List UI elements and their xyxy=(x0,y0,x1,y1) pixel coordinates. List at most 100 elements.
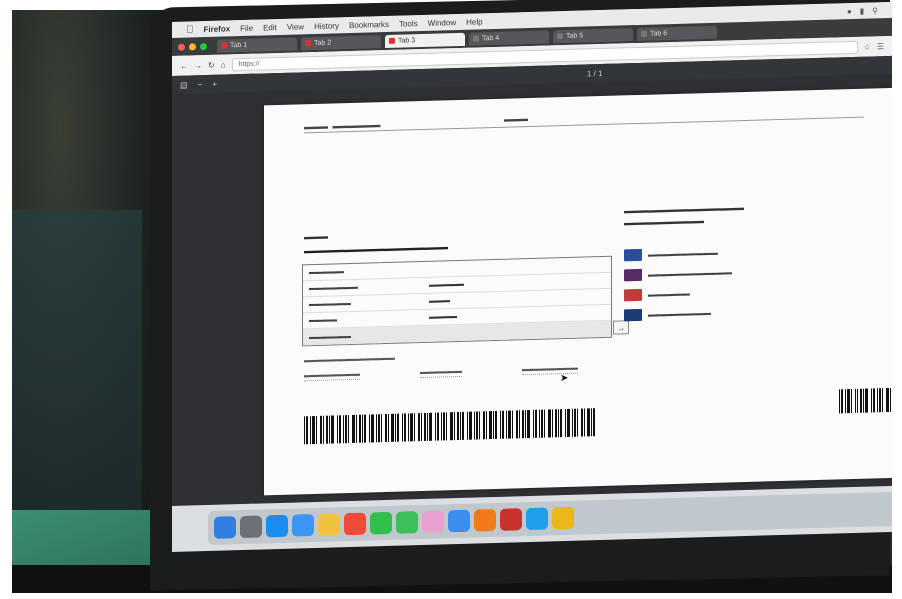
barcode-bar xyxy=(450,412,453,441)
barcode-bar xyxy=(552,409,553,438)
menu-tools[interactable]: Tools xyxy=(399,19,418,29)
browser-tab-active[interactable]: Tab 3 xyxy=(385,32,465,48)
barcode-bar xyxy=(506,410,507,439)
barcode-bar xyxy=(467,411,468,440)
barcode-bar xyxy=(356,414,357,443)
barcode-bar xyxy=(854,388,857,413)
reload-icon[interactable]: ↻ xyxy=(208,60,215,69)
barcode-bar xyxy=(558,409,559,438)
back-icon[interactable]: ← xyxy=(180,61,188,70)
barcode-bar xyxy=(371,414,374,443)
document-page: ▬▬▬ ▬▬▬▬▬▬ ▬▬▬ ▬▬▬ ▬▬▬▬▬▬▬▬▬▬▬▬▬▬▬▬▬▬ ▬▬… xyxy=(264,87,892,496)
battery-icon[interactable]: ▮ xyxy=(860,6,864,15)
menu-window[interactable]: Window xyxy=(428,18,456,28)
barcode-bar xyxy=(885,387,889,413)
launchpad-icon[interactable] xyxy=(240,515,262,539)
menu-help[interactable]: Help xyxy=(466,17,482,26)
browser-tab[interactable]: Tab 6 xyxy=(637,25,717,41)
browser-tab[interactable]: Tab 4 xyxy=(469,29,549,46)
barcode-bar xyxy=(397,413,399,442)
barcode-bar xyxy=(479,411,480,440)
maximize-window-icon[interactable] xyxy=(200,42,207,50)
photos-icon[interactable] xyxy=(422,510,444,534)
menu-view[interactable]: View xyxy=(287,22,304,31)
barcode-bar xyxy=(493,411,494,440)
barcode-bar xyxy=(840,389,843,414)
barcode-bar xyxy=(337,415,338,444)
barcode-bar xyxy=(316,415,317,444)
barcode-bar xyxy=(378,414,380,443)
messages-icon[interactable] xyxy=(370,511,392,535)
barcode-bar xyxy=(863,388,865,413)
browser-tab[interactable]: Tab 2 xyxy=(301,34,381,50)
bank-logo-icon xyxy=(624,288,642,302)
note-line: ▬▬▬▬▬▬▬▬▬▬▬▬▬ xyxy=(304,354,395,365)
laptop-screen:  Firefox File Edit View History Bookmar… xyxy=(172,1,892,553)
barcode-bar xyxy=(427,412,428,441)
skype-icon[interactable] xyxy=(526,507,548,531)
barcode-bar xyxy=(516,410,518,439)
menu-history[interactable]: History xyxy=(314,21,339,31)
status-icons: ● ▮ ⚲ xyxy=(847,6,878,16)
menu-icon[interactable]: ☰ xyxy=(877,42,884,51)
safari-icon[interactable] xyxy=(266,514,288,538)
filezilla-icon[interactable] xyxy=(500,508,522,531)
bank-logo-icon xyxy=(624,248,642,262)
barcode-bar xyxy=(437,412,439,441)
notes-icon[interactable] xyxy=(318,513,340,536)
barcode-bar xyxy=(323,415,324,444)
barcode-bar xyxy=(522,410,524,439)
browser-tab[interactable]: Tab 5 xyxy=(553,27,633,43)
sidebar-toggle-icon[interactable]: ▤ xyxy=(180,80,188,89)
barcode-bar xyxy=(310,416,311,445)
search-icon[interactable]: ⚲ xyxy=(872,6,878,15)
home-icon[interactable]: ⌂ xyxy=(221,60,226,69)
barcode-bar xyxy=(391,413,394,442)
barcode-bar xyxy=(881,388,883,413)
background-shelf xyxy=(12,210,142,510)
facetime-icon[interactable] xyxy=(396,511,418,534)
barcode-bar xyxy=(435,412,436,441)
barcode-bar xyxy=(539,409,540,438)
close-window-icon[interactable] xyxy=(178,43,185,51)
barcode-bar xyxy=(348,415,349,444)
chrome-icon[interactable] xyxy=(552,506,574,530)
barcode-bar xyxy=(587,408,590,437)
menu-bookmarks[interactable]: Bookmarks xyxy=(349,19,389,29)
menu-file[interactable]: File xyxy=(240,23,253,32)
barcode-bar xyxy=(474,411,475,440)
bookmark-star-icon[interactable]: ☆ xyxy=(864,42,871,51)
barcode-bar xyxy=(555,409,557,438)
barcode-bar xyxy=(320,415,322,444)
finder-icon[interactable] xyxy=(214,516,236,539)
barcode-bar xyxy=(567,408,570,437)
form-title: ▬▬▬ xyxy=(304,231,328,242)
barcode-bar xyxy=(495,410,497,439)
wifi-icon[interactable]: ● xyxy=(847,7,852,16)
barcode-bar xyxy=(500,410,501,439)
calendar-icon[interactable] xyxy=(344,512,366,536)
barcode-right xyxy=(839,387,892,414)
zoom-out-icon[interactable]: − xyxy=(198,80,203,89)
barcode-bar xyxy=(865,388,869,413)
menubar-app-name[interactable]: Firefox xyxy=(204,24,231,34)
forward-icon[interactable]: → xyxy=(194,61,202,70)
barcode-bar xyxy=(846,389,850,414)
menu-edit[interactable]: Edit xyxy=(263,23,277,32)
barcode-bar xyxy=(548,409,551,438)
firefox-icon[interactable] xyxy=(474,508,496,532)
barcode-bar xyxy=(512,410,513,439)
apple-icon[interactable]:  xyxy=(186,24,194,35)
barcode-bar xyxy=(876,388,878,413)
tab-favicon-icon xyxy=(305,40,311,47)
mail-icon[interactable] xyxy=(292,514,314,537)
minimize-window-icon[interactable] xyxy=(189,42,196,51)
barcode-bar xyxy=(446,412,447,441)
payment-form-table: ▬▬▬▬▬ ▬▬▬▬▬▬▬ ▬▬▬▬▬ ▬▬▬▬▬▬ ▬▬▬ ▬▬▬▬ ▬▬▬▬ ▬▬… xyxy=(302,255,629,347)
barcode-bar xyxy=(525,410,526,439)
appstore-icon[interactable] xyxy=(448,509,470,533)
zoom-in-icon[interactable]: + xyxy=(212,79,217,88)
browser-tab[interactable]: Tab 1 xyxy=(217,37,297,53)
barcode-bar xyxy=(593,408,595,437)
barcode-bar xyxy=(486,411,487,440)
